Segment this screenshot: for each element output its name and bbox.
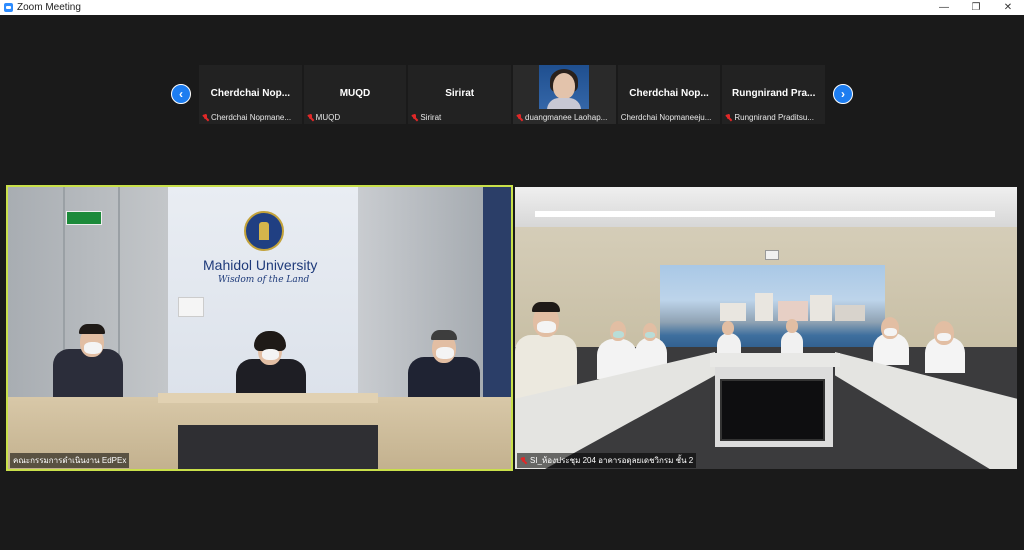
participant-label: Rungnirand Praditsu... <box>725 113 823 122</box>
wall-outlets <box>178 297 204 317</box>
participant-label: Sirirat <box>411 113 509 122</box>
ceiling-light <box>535 211 995 217</box>
close-button[interactable]: ✕ <box>992 0 1024 15</box>
participant-display-name: Rungnirand Pra... <box>732 88 816 99</box>
video-tile-name: คณะกรรมการดำเนินงาน EdPEx <box>13 456 127 465</box>
window-title: Zoom Meeting <box>17 2 81 13</box>
mic-muted-icon <box>516 113 523 122</box>
participant-label-text: Sirirat <box>420 113 442 122</box>
participant-thumb[interactable]: Cherdchai Nop... Cherdchai Nopmaneeju... <box>617 65 721 124</box>
building <box>778 301 808 321</box>
exit-sign <box>66 211 102 225</box>
tile-name-label: คณะกรรมการดำเนินงาน EdPEx <box>10 453 130 468</box>
room-monitor <box>720 379 825 441</box>
participant-label-text: Cherdchai Nopmaneeju... <box>620 113 712 122</box>
participant-strip: Cherdchai Nop... Cherdchai Nopmane... MU… <box>199 65 826 124</box>
participant-label: duangmanee Laohap... <box>516 113 614 122</box>
participant-display-name: Sirirat <box>445 88 475 99</box>
participant-label-text: Cherdchai Nopmane... <box>211 113 292 122</box>
mic-muted-icon <box>520 456 527 465</box>
participant-face <box>553 73 576 99</box>
meeting-stage: ‹ Cherdchai Nop... Cherdchai Nopmane... … <box>0 15 1024 550</box>
maximize-button[interactable]: ❐ <box>960 0 992 15</box>
participant-label-text: duangmanee Laohap... <box>525 113 608 122</box>
participant-display-name: Cherdchai Nop... <box>629 88 709 99</box>
mic-muted-icon <box>725 113 732 122</box>
wall-clock <box>765 250 779 260</box>
building <box>835 305 865 321</box>
zoom-app-icon <box>4 3 13 12</box>
gallery-next-button[interactable]: › <box>833 84 853 104</box>
building <box>755 293 773 321</box>
participant-label-text: Rungnirand Praditsu... <box>734 113 814 122</box>
minimize-button[interactable]: — <box>928 0 960 15</box>
participant-thumb[interactable]: MUQD MUQD <box>303 65 407 124</box>
building <box>720 303 746 321</box>
participant-thumb[interactable]: Sirirat Sirirat <box>408 65 512 124</box>
city-view-backdrop <box>660 265 885 353</box>
participant-label: MUQD <box>307 113 405 122</box>
participant-display-name: MUQD <box>339 88 371 99</box>
participant-video <box>539 65 590 109</box>
participant-display-name: Cherdchai Nop... <box>210 88 291 99</box>
mic-muted-icon <box>411 113 418 122</box>
participant-thumb[interactable]: Rungnirand Pra... Rungnirand Praditsu... <box>722 65 826 124</box>
university-name: Mahidol University <box>203 257 318 273</box>
participant-label: Cherdchai Nopmane... <box>202 113 300 122</box>
participant-label-text: MUQD <box>315 113 341 122</box>
room-ceiling <box>515 187 1017 227</box>
tile-name-label: SI_ห้องประชุม 204 อาคารอดุลยเดชวิกรม ชั้… <box>517 453 697 468</box>
participant-thumb[interactable]: Cherdchai Nop... Cherdchai Nopmane... <box>199 65 302 124</box>
mahidol-seal-logo <box>244 211 284 251</box>
video-tile[interactable]: SI_ห้องประชุม 204 อาคารอดุลยเดชวิกรม ชั้… <box>515 187 1017 469</box>
video-tile-active-speaker[interactable]: Mahidol University Wisdom of the Land คณ… <box>6 185 513 471</box>
table-surface <box>158 393 378 403</box>
conference-table-center <box>710 353 840 367</box>
participant-shirt <box>547 98 582 109</box>
title-bar: Zoom Meeting — ❐ ✕ <box>0 0 1024 15</box>
mic-muted-icon <box>307 113 314 122</box>
table-front-panel <box>178 425 378 469</box>
university-motto: Wisdom of the Land <box>218 275 310 285</box>
gallery-prev-button[interactable]: ‹ <box>171 84 191 104</box>
participant-label: Cherdchai Nopmaneeju... <box>621 113 719 122</box>
participant-thumb[interactable]: duangmanee Laohap... <box>513 65 616 124</box>
video-tile-name: SI_ห้องประชุม 204 อาคารอดุลยเดชวิกรม ชั้… <box>530 456 694 465</box>
mic-muted-icon <box>202 113 209 122</box>
building <box>810 295 832 321</box>
blue-column <box>483 187 511 417</box>
